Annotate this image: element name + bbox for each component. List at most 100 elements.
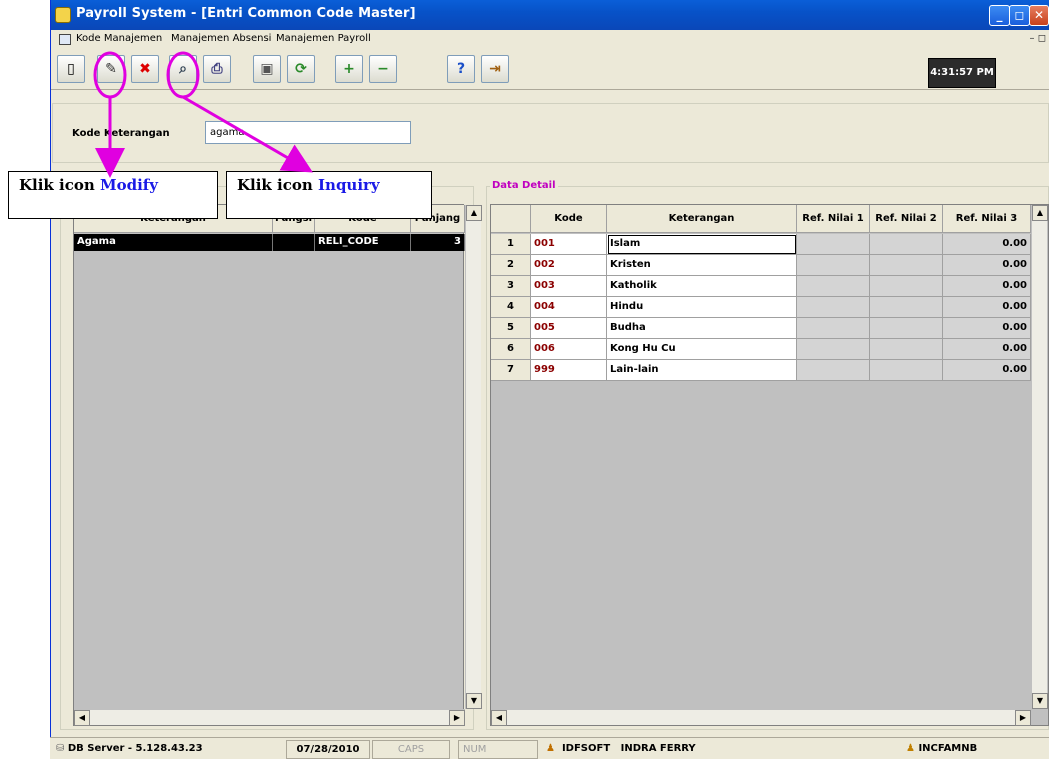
cell-keterangan[interactable]: Budha bbox=[607, 318, 797, 339]
app-icon bbox=[55, 7, 71, 23]
cell-ref-nilai-2[interactable] bbox=[870, 276, 943, 297]
cell-ref-nilai-3[interactable]: 0.00 bbox=[943, 297, 1031, 318]
help-icon[interactable]: ? bbox=[447, 55, 475, 83]
col-row-number bbox=[491, 205, 531, 233]
cell-ref-nilai-1[interactable] bbox=[797, 339, 870, 360]
table-row[interactable]: 6 006 Kong Hu Cu 0.00 bbox=[491, 339, 1031, 360]
cell-keterangan[interactable]: Islam bbox=[607, 234, 797, 255]
add-detail-icon[interactable]: + bbox=[335, 55, 363, 83]
col-ref-nilai-1[interactable]: Ref. Nilai 1 bbox=[797, 205, 870, 233]
window-title: Payroll System - [Entri Common Code Mast… bbox=[76, 6, 416, 21]
cell-kode[interactable]: 003 bbox=[531, 276, 607, 297]
col-kode[interactable]: Kode bbox=[531, 205, 607, 233]
remove-detail-icon[interactable]: − bbox=[369, 55, 397, 83]
table-row[interactable]: 7 999 Lain-lain 0.00 bbox=[491, 360, 1031, 381]
table-row[interactable]: 1 001 Islam 0.00 bbox=[491, 234, 1031, 255]
cell-ref-nilai-1[interactable] bbox=[797, 255, 870, 276]
title-bar[interactable]: Payroll System - [Entri Common Code Mast… bbox=[51, 0, 1049, 30]
caps-indicator: CAPS bbox=[372, 740, 450, 759]
cell-kode[interactable]: 999 bbox=[531, 360, 607, 381]
scroll-down-icon[interactable]: ▼ bbox=[466, 693, 482, 709]
scroll-left-icon[interactable]: ◀ bbox=[74, 710, 90, 726]
delete-icon[interactable]: ✖ bbox=[131, 55, 159, 83]
col-ref-nilai-3[interactable]: Ref. Nilai 3 bbox=[943, 205, 1031, 233]
col-ref-nilai-2[interactable]: Ref. Nilai 2 bbox=[870, 205, 943, 233]
kode-keterangan-input[interactable] bbox=[205, 121, 411, 144]
cell-ref-nilai-2[interactable] bbox=[870, 360, 943, 381]
scroll-right-icon[interactable]: ▶ bbox=[449, 710, 465, 726]
db-server-text: DB Server - 5.128.43.23 bbox=[67, 743, 203, 754]
print-icon[interactable]: ⎙ bbox=[203, 55, 231, 83]
save-icon[interactable]: ▣ bbox=[253, 55, 281, 83]
cell-kode[interactable]: 005 bbox=[531, 318, 607, 339]
cell-ref-nilai-2[interactable] bbox=[870, 234, 943, 255]
new-icon[interactable]: ▯ bbox=[57, 55, 85, 83]
menu-manajemen-absensi[interactable]: Manajemen Absensi bbox=[171, 33, 271, 44]
scroll-left-icon[interactable]: ◀ bbox=[491, 710, 507, 726]
cell-kode[interactable]: 001 bbox=[531, 234, 607, 255]
header-group bbox=[52, 103, 1049, 163]
cell-keterangan[interactable]: Hindu bbox=[607, 297, 797, 318]
cell-keterangan[interactable]: Kristen bbox=[607, 255, 797, 276]
col-keterangan[interactable]: Keterangan bbox=[607, 205, 797, 233]
refresh-icon[interactable]: ⟳ bbox=[287, 55, 315, 83]
menu-manajemen-payroll[interactable]: Manajemen Payroll bbox=[276, 33, 371, 44]
cell-row-number: 1 bbox=[491, 234, 531, 255]
menu-bar: Kode Manajemen Manajemen Absensi Manajem… bbox=[51, 30, 1049, 50]
right-horizontal-scrollbar[interactable]: ◀ ▶ bbox=[491, 709, 1031, 726]
cell-ref-nilai-2[interactable] bbox=[870, 297, 943, 318]
table-row[interactable]: 2 002 Kristen 0.00 bbox=[491, 255, 1031, 276]
host-status: ♟ INCFAMNB bbox=[902, 740, 1047, 759]
table-row[interactable]: Agama RELI_CODE 3 bbox=[74, 234, 465, 251]
scroll-up-icon[interactable]: ▲ bbox=[466, 205, 482, 221]
modify-icon[interactable]: ✎ bbox=[97, 55, 125, 83]
detail-grid[interactable]: Kode Keterangan Ref. Nilai 1 Ref. Nilai … bbox=[490, 204, 1049, 726]
cell-ref-nilai-2[interactable] bbox=[870, 339, 943, 360]
left-horizontal-scrollbar[interactable]: ◀ ▶ bbox=[74, 709, 465, 726]
inquiry-icon[interactable]: ⌕ bbox=[169, 55, 197, 83]
kode-keterangan-label: Kode Keterangan bbox=[72, 128, 170, 139]
user-name-text: INDRA FERRY bbox=[620, 743, 696, 754]
cell-ref-nilai-1[interactable] bbox=[797, 234, 870, 255]
scroll-up-icon[interactable]: ▲ bbox=[1032, 205, 1048, 221]
cell-ref-nilai-2[interactable] bbox=[870, 255, 943, 276]
cell-ref-nilai-3[interactable]: 0.00 bbox=[943, 360, 1031, 381]
cell-ref-nilai-1[interactable] bbox=[797, 276, 870, 297]
left-vertical-scrollbar[interactable]: ▲ ▼ bbox=[465, 205, 482, 709]
data-detail-title: Data Detail bbox=[490, 180, 558, 191]
cell-ref-nilai-3[interactable]: 0.00 bbox=[943, 234, 1031, 255]
header-grid[interactable]: Keterangan Fungsi Kode Panjang Agama REL… bbox=[73, 204, 482, 726]
cell-keterangan[interactable]: Lain-lain bbox=[607, 360, 797, 381]
cell-keterangan[interactable]: Katholik bbox=[607, 276, 797, 297]
cell-ref-nilai-3[interactable]: 0.00 bbox=[943, 339, 1031, 360]
cell-kode[interactable]: 006 bbox=[531, 339, 607, 360]
cell-ref-nilai-3[interactable]: 0.00 bbox=[943, 318, 1031, 339]
cell-ref-nilai-3[interactable]: 0.00 bbox=[943, 255, 1031, 276]
cell-ref-nilai-1[interactable] bbox=[797, 297, 870, 318]
cell-ref-nilai-1[interactable] bbox=[797, 318, 870, 339]
cell-ref-nilai-2[interactable] bbox=[870, 318, 943, 339]
mdi-controls[interactable]: – ◻ bbox=[1030, 33, 1046, 44]
mdi-system-icon[interactable] bbox=[59, 34, 71, 45]
inquiry-callout: Klik icon Inquiry bbox=[226, 171, 432, 219]
cell-ref-nilai-3[interactable]: 0.00 bbox=[943, 276, 1031, 297]
menu-kode-manajemen[interactable]: Kode Manajemen bbox=[76, 33, 162, 44]
minimize-button[interactable]: _ bbox=[989, 5, 1010, 26]
company-text: IDFSOFT bbox=[561, 743, 611, 754]
cell-keterangan[interactable]: Kong Hu Cu bbox=[607, 339, 797, 360]
exit-icon[interactable]: ⇥ bbox=[481, 55, 509, 83]
close-button[interactable]: ✕ bbox=[1029, 5, 1049, 26]
right-vertical-scrollbar[interactable]: ▲ ▼ bbox=[1031, 205, 1048, 709]
table-row[interactable]: 3 003 Katholik 0.00 bbox=[491, 276, 1031, 297]
restore-button[interactable]: ◻ bbox=[1009, 5, 1030, 26]
table-row[interactable]: 5 005 Budha 0.00 bbox=[491, 318, 1031, 339]
cell-kode: RELI_CODE bbox=[315, 234, 411, 251]
scroll-right-icon[interactable]: ▶ bbox=[1015, 710, 1031, 726]
host-text: INCFAMNB bbox=[918, 743, 978, 754]
table-row[interactable]: 4 004 Hindu 0.00 bbox=[491, 297, 1031, 318]
modify-callout-word: Modify bbox=[100, 176, 158, 194]
scroll-down-icon[interactable]: ▼ bbox=[1032, 693, 1048, 709]
cell-kode[interactable]: 002 bbox=[531, 255, 607, 276]
cell-ref-nilai-1[interactable] bbox=[797, 360, 870, 381]
cell-kode[interactable]: 004 bbox=[531, 297, 607, 318]
